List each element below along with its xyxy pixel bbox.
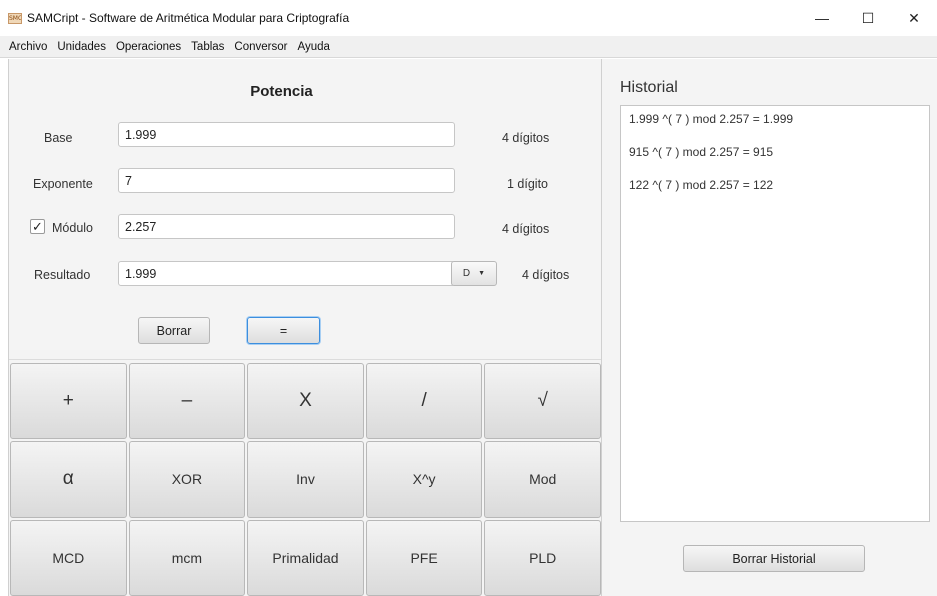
menu-archivo[interactable]: Archivo <box>4 41 52 53</box>
key-mcd[interactable]: MCD <box>10 519 127 596</box>
clear-button[interactable]: Borrar <box>138 317 210 344</box>
title-bar: SMC SAMCript - Software de Aritmética Mo… <box>0 0 937 36</box>
history-item: 1.999 ^( 7 ) mod 2.257 = 1.999 <box>629 112 794 126</box>
modulo-digits: 4 dígitos <box>502 222 550 236</box>
panel-title: Potencia <box>250 83 313 100</box>
exponente-label: Exponente <box>33 177 93 191</box>
key-alpha[interactable]: α <box>10 441 127 518</box>
history-list[interactable]: 1.999 ^( 7 ) mod 2.257 = 1.999 915 ^( 7 … <box>620 105 930 522</box>
history-panel: Historial 1.999 ^( 7 ) mod 2.257 = 1.999… <box>601 59 937 596</box>
chevron-down-icon: ▼ <box>478 270 486 277</box>
menu-bar: Archivo Unidades Operaciones Tablas Conv… <box>0 36 937 58</box>
clear-history-button[interactable]: Borrar Historial <box>683 545 865 572</box>
history-item: 122 ^( 7 ) mod 2.257 = 122 <box>629 178 774 192</box>
key-divide[interactable]: / <box>365 363 483 440</box>
menu-unidades[interactable]: Unidades <box>52 41 111 53</box>
app-icon: SMC <box>8 12 22 24</box>
divider <box>9 359 602 360</box>
history-title: Historial <box>620 79 678 96</box>
base-label: Base <box>44 131 73 145</box>
modulo-label: Módulo <box>52 221 93 235</box>
key-power[interactable]: X^y <box>365 441 483 518</box>
close-icon[interactable]: ✕ <box>891 0 937 36</box>
window-controls: — ☐ ✕ <box>799 0 937 36</box>
resultado-output[interactable]: 1.999 <box>118 261 455 286</box>
maximize-icon[interactable]: ☐ <box>845 0 891 36</box>
modulo-input[interactable]: 2.257 <box>118 214 455 239</box>
resultado-digits: 4 dígitos <box>522 268 570 282</box>
key-pld[interactable]: PLD <box>484 519 601 596</box>
format-value: D <box>462 268 471 279</box>
menu-conversor[interactable]: Conversor <box>229 41 292 53</box>
key-mcm[interactable]: mcm <box>128 519 246 596</box>
base-digits: 4 dígitos <box>502 131 550 145</box>
key-minus[interactable]: – <box>128 363 246 440</box>
menu-tablas[interactable]: Tablas <box>186 41 229 53</box>
modulo-checkbox[interactable]: ✓ <box>30 219 45 234</box>
key-sqrt[interactable]: √ <box>484 363 601 440</box>
key-primalidad[interactable]: Primalidad <box>247 519 364 596</box>
menu-ayuda[interactable]: Ayuda <box>292 41 334 53</box>
base-input[interactable]: 1.999 <box>118 122 455 147</box>
equals-button[interactable]: = <box>247 317 320 344</box>
key-multiply[interactable]: X <box>247 363 364 440</box>
minimize-icon[interactable]: — <box>799 0 845 36</box>
window-title: SAMCript - Software de Aritmética Modula… <box>27 11 350 25</box>
resultado-label: Resultado <box>34 268 91 282</box>
key-inv[interactable]: Inv <box>247 441 364 518</box>
exponente-input[interactable]: 7 <box>118 168 455 193</box>
exponente-digits: 1 dígito <box>507 177 549 191</box>
operations-keypad: + – X / √ α XOR Inv X^y Mod MCD mcm Prim… <box>10 363 601 596</box>
key-plus[interactable]: + <box>10 363 127 440</box>
history-item: 915 ^( 7 ) mod 2.257 = 915 <box>629 145 774 159</box>
key-pfe[interactable]: PFE <box>365 519 483 596</box>
operation-panel: Potencia Base 1.999 4 dígitos Exponente … <box>8 59 602 596</box>
format-dropdown[interactable]: D ▼ <box>451 261 497 286</box>
key-xor[interactable]: XOR <box>128 441 246 518</box>
menu-operaciones[interactable]: Operaciones <box>111 41 186 53</box>
key-mod[interactable]: Mod <box>484 441 601 518</box>
